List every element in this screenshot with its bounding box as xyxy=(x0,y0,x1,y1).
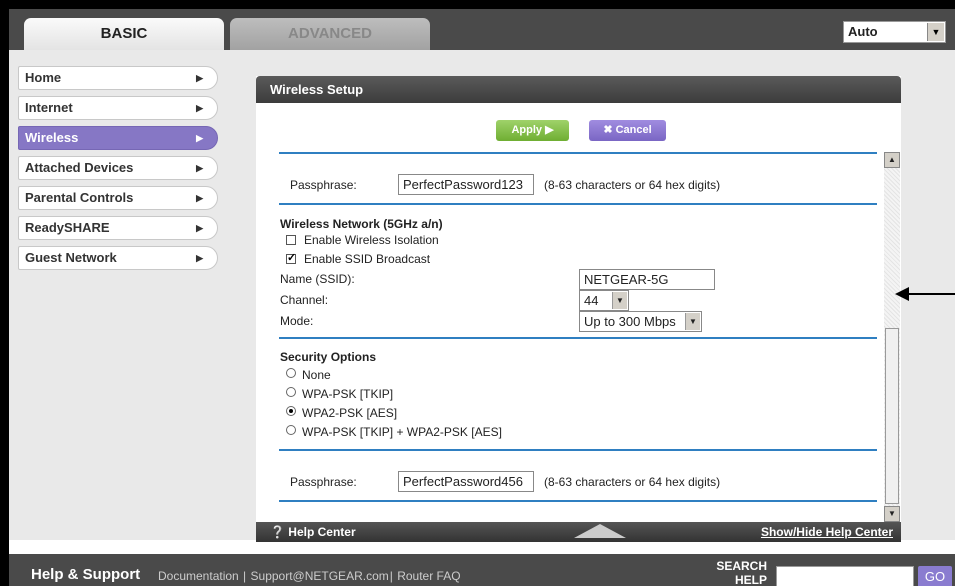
security-radio-wpa2-aes[interactable] xyxy=(286,406,296,416)
chevron-right-icon: ▶ xyxy=(196,223,203,233)
chevron-right-icon: ▶ xyxy=(196,133,203,143)
passphrase-hint: (8-63 characters or 64 hex digits) xyxy=(544,178,721,192)
chevron-right-icon: ▶ xyxy=(196,103,203,113)
security-option-label: WPA2-PSK [AES] xyxy=(302,406,398,420)
channel-select-value: 44 xyxy=(584,293,599,308)
wireless-setup-panel: Wireless Setup Apply ▶ ✖ Cancel Passphra… xyxy=(256,76,901,542)
router-faq-link[interactable]: Router FAQ xyxy=(397,569,460,583)
sidebar: Home ▶ Internet ▶ Wireless ▶ Attached Devic… xyxy=(18,66,218,276)
security-radio-wpa-wpa2-mixed[interactable] xyxy=(286,425,296,435)
sidebar-item-wireless[interactable]: Wireless ▶ xyxy=(18,126,218,150)
footer-links: Documentation | Support@NETGEAR.com| Rou… xyxy=(158,569,461,583)
sidebar-item-label: Wireless xyxy=(25,130,79,145)
vertical-scrollbar[interactable]: ▲ ▼ xyxy=(884,152,900,522)
sidebar-item-parental-controls[interactable]: Parental Controls ▶ xyxy=(18,186,218,210)
passphrase-24ghz-input[interactable]: PerfectPassword123 xyxy=(398,174,534,195)
cancel-button[interactable]: ✖ Cancel xyxy=(589,120,666,141)
security-option-label: None xyxy=(302,368,331,382)
search-help-input[interactable] xyxy=(776,566,914,586)
language-select[interactable]: Auto ▼ xyxy=(843,21,946,43)
ssid-broadcast-checkbox[interactable] xyxy=(286,251,296,264)
chevron-down-icon[interactable]: ▼ xyxy=(685,313,700,330)
passphrase-hint: (8-63 characters or 64 hex digits) xyxy=(544,475,721,489)
tab-basic[interactable]: BASIC xyxy=(24,18,224,50)
chevron-right-icon: ▶ xyxy=(196,193,203,203)
passphrase-label: Passphrase: xyxy=(290,475,357,489)
panel-title: Wireless Setup xyxy=(256,76,901,103)
ssid-broadcast-label: Enable SSID Broadcast xyxy=(304,252,431,266)
chevron-right-icon: ▶ xyxy=(196,253,203,263)
wireless-network-5ghz-heading: Wireless Network (5GHz a/n) xyxy=(280,217,443,231)
expand-help-icon[interactable] xyxy=(574,524,626,538)
mode-select[interactable]: Up to 300 Mbps ▼ xyxy=(579,311,702,332)
show-hide-help-link[interactable]: Show/Hide Help Center xyxy=(761,522,893,542)
support-email-link[interactable]: Support@NETGEAR.com xyxy=(251,569,389,583)
sidebar-item-attached-devices[interactable]: Attached Devices ▶ xyxy=(18,156,218,180)
security-option-label: WPA-PSK [TKIP] xyxy=(302,387,394,401)
section-divider xyxy=(279,449,877,451)
sidebar-item-internet[interactable]: Internet ▶ xyxy=(18,96,218,120)
mode-select-value: Up to 300 Mbps xyxy=(584,314,676,329)
ssid-name-input[interactable]: NETGEAR-5G xyxy=(579,269,715,290)
search-label-line2: HELP xyxy=(734,573,767,586)
screenshot-frame: BASIC ADVANCED Auto ▼ Home ▶ Internet ▶ Wi… xyxy=(0,0,955,586)
section-divider xyxy=(279,152,877,154)
isolation-label: Enable Wireless Isolation xyxy=(304,233,439,247)
section-divider xyxy=(279,500,877,502)
search-go-button[interactable]: GO xyxy=(918,566,952,586)
passphrase-label: Passphrase: xyxy=(290,178,357,192)
sidebar-item-label: Internet xyxy=(25,100,73,115)
security-options-heading: Security Options xyxy=(280,350,377,364)
language-select-value: Auto xyxy=(848,24,878,39)
ssid-name-label: Name (SSID): xyxy=(280,272,355,286)
chevron-down-icon[interactable]: ▼ xyxy=(927,23,944,41)
search-label-line1: SEARCH xyxy=(716,559,767,573)
isolation-checkbox[interactable] xyxy=(286,235,296,245)
sidebar-item-label: Home xyxy=(25,70,62,85)
help-center-bar: ❔ Help Center Show/Hide Help Center xyxy=(256,522,901,542)
chevron-right-icon: ▶ xyxy=(196,73,203,83)
section-divider xyxy=(279,203,877,205)
question-circle-icon: ❔ xyxy=(270,525,285,539)
top-tab-bar: BASIC ADVANCED Auto ▼ xyxy=(9,9,955,50)
sidebar-item-label: Parental Controls xyxy=(25,190,134,205)
documentation-link[interactable]: Documentation xyxy=(158,569,239,583)
sidebar-item-label: Guest Network xyxy=(25,250,117,265)
channel-label: Channel: xyxy=(280,293,329,307)
help-support-footer: Help & Support Documentation | Support@N… xyxy=(9,554,955,586)
security-radio-none[interactable] xyxy=(286,368,296,378)
sidebar-item-guest-network[interactable]: Guest Network ▶ xyxy=(18,246,218,270)
section-divider xyxy=(279,337,877,339)
security-option-label: WPA-PSK [TKIP] + WPA2-PSK [AES] xyxy=(302,425,502,439)
apply-button[interactable]: Apply ▶ xyxy=(496,120,569,141)
scrollbar-thumb[interactable] xyxy=(885,328,899,504)
security-radio-wpa-tkip[interactable] xyxy=(286,387,296,397)
router-admin-app: BASIC ADVANCED Auto ▼ Home ▶ Internet ▶ Wi… xyxy=(9,9,955,586)
help-center-link[interactable]: ❔ Help Center xyxy=(270,522,356,542)
callout-arrow-line xyxy=(907,293,955,295)
scroll-down-icon[interactable]: ▼ xyxy=(884,506,900,522)
scroll-up-icon[interactable]: ▲ xyxy=(884,152,900,168)
channel-select[interactable]: 44 ▼ xyxy=(579,290,629,311)
sidebar-item-home[interactable]: Home ▶ xyxy=(18,66,218,90)
settings-scroll-area: Passphrase: PerfectPassword123 (8-63 cha… xyxy=(256,152,884,522)
tab-advanced[interactable]: ADVANCED xyxy=(230,18,430,50)
chevron-right-icon: ▶ xyxy=(196,163,203,173)
mode-label: Mode: xyxy=(280,314,314,328)
help-support-title: Help & Support xyxy=(31,566,141,583)
chevron-down-icon[interactable]: ▼ xyxy=(612,292,627,309)
help-center-label: Help Center xyxy=(288,525,356,539)
search-help-label: SEARCH HELP xyxy=(709,559,767,586)
passphrase-5ghz-input[interactable]: PerfectPassword456 xyxy=(398,471,534,492)
sidebar-item-label: Attached Devices xyxy=(25,160,134,175)
sidebar-item-label: ReadySHARE xyxy=(25,220,110,235)
sidebar-item-readyshare[interactable]: ReadySHARE ▶ xyxy=(18,216,218,240)
